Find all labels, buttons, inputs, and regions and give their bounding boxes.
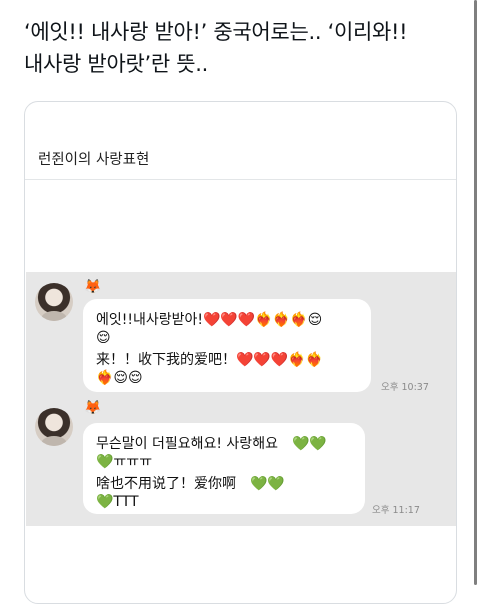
fox-icon: 🦊 [84, 279, 102, 295]
page-scrollbar[interactable] [474, 0, 477, 585]
chat-title: 런쥔이의 사랑표현 [38, 152, 150, 168]
tweet-text-line-1: ‘에잇!! 내사랑 받아!’ 중국어로는.. ‘이리와!! [24, 20, 408, 44]
message-bubble: 에잇!!내사랑받아!❤️❤️❤️❤️‍🔥❤️‍🔥❤️‍🔥😌 😌 来！！收下我的爱… [83, 299, 371, 392]
chat-area: 🦊 에잇!!내사랑받아!❤️❤️❤️❤️‍🔥❤️‍🔥❤️‍🔥😌 😌 来！！收下我… [26, 272, 456, 526]
tweet-text: ‘에잇!! 내사랑 받아!’ 중국어로는.. ‘이리와!! 내사랑 받아랏’란 … [24, 16, 464, 80]
tweet-text-line-2: 내사랑 받아랏’란 뜻.. [24, 52, 209, 76]
avatar[interactable] [35, 283, 73, 321]
embedded-image-card[interactable]: 런쥔이의 사랑표현 🦊 에잇!!내사랑받아!❤️❤️❤️❤️‍🔥❤️‍🔥❤️‍🔥… [24, 101, 457, 604]
message-bubble: 무슨말이 더필요해요! 사랑해요 💚💚 💚ㅠㅠㅠ 啥也不用说了！爱你啊 💚💚 💚… [83, 423, 365, 514]
avatar[interactable] [35, 408, 73, 446]
message-line: 에잇!!내사랑받아!❤️❤️❤️❤️‍🔥❤️‍🔥❤️‍🔥😌 [96, 312, 323, 328]
chat-header: 런쥔이의 사랑표현 [25, 102, 456, 180]
message-timestamp: 오후 10:37 [381, 382, 429, 393]
message-timestamp: 오후 11:17 [372, 505, 420, 516]
fox-icon: 🦊 [84, 400, 102, 416]
